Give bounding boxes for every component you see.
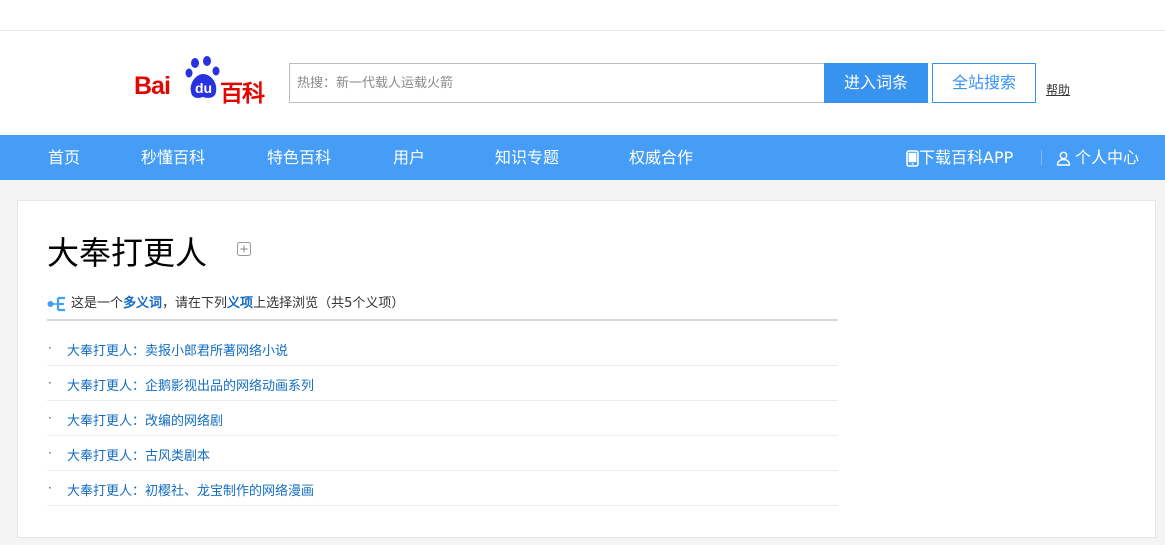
sense-link[interactable]: 大奉打更人：企鹅影视出品的网络动画系列 bbox=[67, 375, 314, 394]
nav-item-partners[interactable]: 权威合作 bbox=[629, 135, 693, 180]
nav-item-miaodong[interactable]: 秒懂百科 bbox=[141, 135, 205, 180]
nav-item-home[interactable]: 首页 bbox=[48, 135, 80, 180]
bullet: · bbox=[48, 376, 52, 390]
polysemy-suffix: 上选择浏览（共5个义项） bbox=[253, 296, 405, 311]
list-item: · 大奉打更人：初樱社、龙宝制作的网络漫画 bbox=[47, 471, 838, 506]
user-icon bbox=[1056, 151, 1071, 166]
bullet: · bbox=[48, 446, 52, 460]
add-icon[interactable] bbox=[237, 242, 251, 256]
user-center-link[interactable]: 个人中心 bbox=[1056, 135, 1139, 180]
list-item: · 大奉打更人：改编的网络剧 bbox=[47, 401, 838, 436]
sense-list: · 大奉打更人：卖报小郎君所著网络小说 · 大奉打更人：企鹅影视出品的网络动画系… bbox=[47, 331, 838, 506]
enter-entry-button[interactable]: 进入词条 bbox=[824, 63, 928, 103]
search-box bbox=[289, 63, 825, 103]
polysemy-notice: 这是一个多义词，请在下列义项上选择浏览（共5个义项） bbox=[47, 292, 404, 312]
search-input[interactable] bbox=[290, 64, 825, 102]
main-nav: 首页 秒懂百科 特色百科 用户 知识专题 权威合作 下载百科APP 个人中心 bbox=[0, 135, 1165, 180]
sense-link[interactable]: 大奉打更人：古风类剧本 bbox=[67, 445, 210, 464]
help-link[interactable]: 帮助 bbox=[1046, 81, 1070, 98]
nav-separator bbox=[1041, 150, 1042, 165]
sense-link[interactable]: 大奉打更人：改编的网络剧 bbox=[67, 410, 223, 429]
header: Bai du 百科 进入词条 全站搜索 帮助 bbox=[0, 31, 1165, 135]
logo-paw-text: du bbox=[195, 80, 212, 96]
baidu-baike-logo[interactable]: Bai du 百科 bbox=[134, 56, 274, 107]
logo-brand-en: Bai bbox=[134, 72, 171, 100]
entry-card: 大奉打更人 这是一个多义词，请在下列义项上选择浏览（共5个义项） · 大奉打更人… bbox=[17, 200, 1156, 538]
phone-icon bbox=[906, 150, 919, 167]
polysemy-term[interactable]: 多义词 bbox=[123, 296, 162, 311]
paw-icon: du bbox=[185, 56, 220, 98]
nav-item-featured[interactable]: 特色百科 bbox=[267, 135, 331, 180]
bullet: · bbox=[48, 341, 52, 355]
download-app-link[interactable]: 下载百科APP bbox=[906, 135, 1013, 180]
list-item: · 大奉打更人：古风类剧本 bbox=[47, 436, 838, 471]
download-app-label: 下载百科APP bbox=[919, 148, 1014, 167]
bullet: · bbox=[48, 411, 52, 425]
bullet: · bbox=[48, 481, 52, 495]
sense-link[interactable]: 大奉打更人：卖报小郎君所著网络小说 bbox=[67, 340, 288, 359]
polysemy-prefix: 这是一个 bbox=[71, 296, 124, 311]
logo-brand-cn: 百科 bbox=[220, 81, 265, 107]
nav-item-users[interactable]: 用户 bbox=[393, 135, 425, 180]
list-item: · 大奉打更人：企鹅影视出品的网络动画系列 bbox=[47, 366, 838, 401]
site-search-button[interactable]: 全站搜索 bbox=[932, 63, 1036, 103]
polysemy-icon bbox=[47, 296, 65, 311]
polysemy-middle: ，请在下列 bbox=[162, 296, 228, 311]
top-bar bbox=[0, 0, 1165, 31]
list-item: · 大奉打更人：卖报小郎君所著网络小说 bbox=[47, 331, 838, 366]
user-center-label: 个人中心 bbox=[1075, 148, 1140, 167]
page-title: 大奉打更人 bbox=[47, 234, 208, 272]
nav-item-topics[interactable]: 知识专题 bbox=[495, 135, 559, 180]
divider bbox=[47, 319, 838, 321]
sense-link[interactable]: 大奉打更人：初樱社、龙宝制作的网络漫画 bbox=[67, 480, 314, 499]
polysemy-sense-link[interactable]: 义项 bbox=[227, 296, 253, 311]
